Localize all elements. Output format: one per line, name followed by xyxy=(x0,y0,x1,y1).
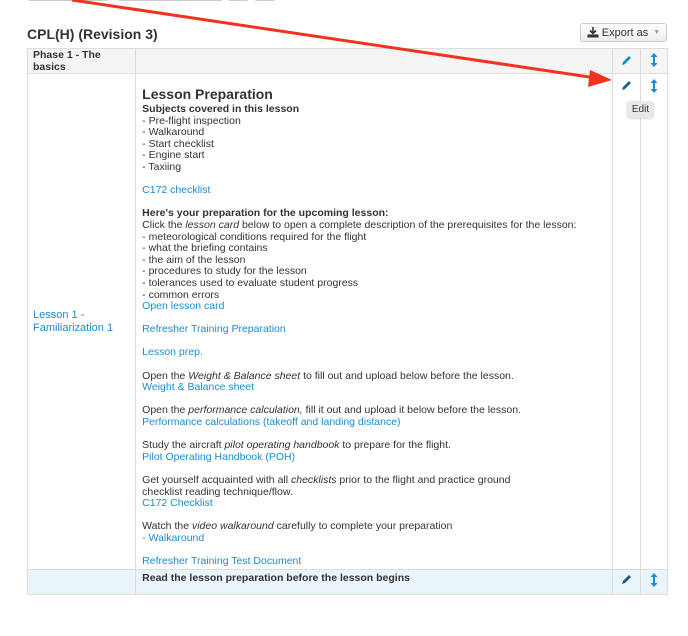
prep-item: - tolerances used to evaluate student pr… xyxy=(142,276,359,289)
top-select[interactable] xyxy=(117,0,223,1)
lesson-edit-button[interactable] xyxy=(611,73,641,570)
phase-content xyxy=(135,48,613,74)
next-lesson-text: Read the lesson preparation before the l… xyxy=(135,569,613,595)
poh-link[interactable]: Pilot Operating Handbook (POH) xyxy=(142,451,605,464)
performance-link[interactable]: Performance calculations (takeoff and la… xyxy=(142,416,605,429)
pencil-icon xyxy=(622,575,632,584)
subject-item: - Engine start xyxy=(142,149,205,162)
c172-checklist-link[interactable]: C172 checklist xyxy=(142,185,605,197)
phase-move-handle[interactable] xyxy=(639,48,669,74)
top-button-1[interactable] xyxy=(227,0,249,1)
page-title: CPL(H) (Revision 3) xyxy=(27,26,158,42)
next-lesson-name xyxy=(26,569,137,595)
lesson-row: Lesson 1 - Familiarization 1 Lesson Prep… xyxy=(26,73,669,570)
training-plan-table: Phase 1 - The basics Lesson 1 - Familiar… xyxy=(26,48,669,595)
subjects-title: Subjects covered in this lesson xyxy=(142,103,300,115)
walkaround-link[interactable]: - Walkaround xyxy=(142,532,605,545)
c172-checklist-link-2[interactable]: C172 Checklist xyxy=(142,498,605,510)
top-button-2[interactable] xyxy=(254,0,276,1)
subject-item: - Taxiing xyxy=(142,160,182,173)
caret-down-icon: ▼ xyxy=(653,29,661,36)
edit-tooltip: Edit xyxy=(627,101,654,118)
phase-name: Phase 1 - The basics xyxy=(26,48,137,74)
next-edit-button[interactable] xyxy=(611,569,641,595)
open-lesson-card-link[interactable]: Open lesson card xyxy=(142,300,605,313)
lesson-move-handle[interactable] xyxy=(639,73,669,570)
video-instruction: Watch the video walkaround carefully to … xyxy=(142,520,453,533)
prep-intro: Click the lesson card below to open a co… xyxy=(142,218,577,231)
next-lesson-row: Read the lesson preparation before the l… xyxy=(26,569,669,595)
pencil-icon xyxy=(622,81,632,90)
next-move-handle[interactable] xyxy=(639,569,669,595)
phase-edit-button[interactable] xyxy=(611,48,641,74)
lesson-content: Lesson Preparation Subjects covered in t… xyxy=(135,73,613,570)
lesson-name-link[interactable]: Lesson 1 - Familiarization 1 xyxy=(26,73,137,570)
export-button[interactable]: Export as ▼ xyxy=(580,23,667,42)
download-icon xyxy=(587,27,599,38)
pencil-icon xyxy=(622,55,632,65)
lesson-prep-link[interactable]: Lesson prep. xyxy=(142,347,605,359)
subject-item: - Pre-flight inspection xyxy=(142,114,241,127)
checklist-instruction: Get yourself acquainted with all checkli… xyxy=(142,474,511,498)
phase-row: Phase 1 - The basics xyxy=(26,48,669,74)
vertical-arrows-icon xyxy=(650,53,658,67)
weight-balance-link[interactable]: Weight & Balance sheet xyxy=(142,382,605,394)
test-document-link[interactable]: Refresher Training Test Document xyxy=(142,556,605,568)
vertical-arrows-icon xyxy=(650,573,658,587)
export-label: Export as xyxy=(601,26,649,39)
vertical-arrows-icon xyxy=(650,79,658,93)
lesson-heading: Lesson Preparation xyxy=(142,86,273,102)
prep-item: - what the briefing contains xyxy=(142,242,268,255)
subject-item: - Start checklist xyxy=(142,137,214,150)
top-input[interactable] xyxy=(27,0,109,1)
refresher-training-link[interactable]: Refresher Training Preparation xyxy=(142,324,605,336)
